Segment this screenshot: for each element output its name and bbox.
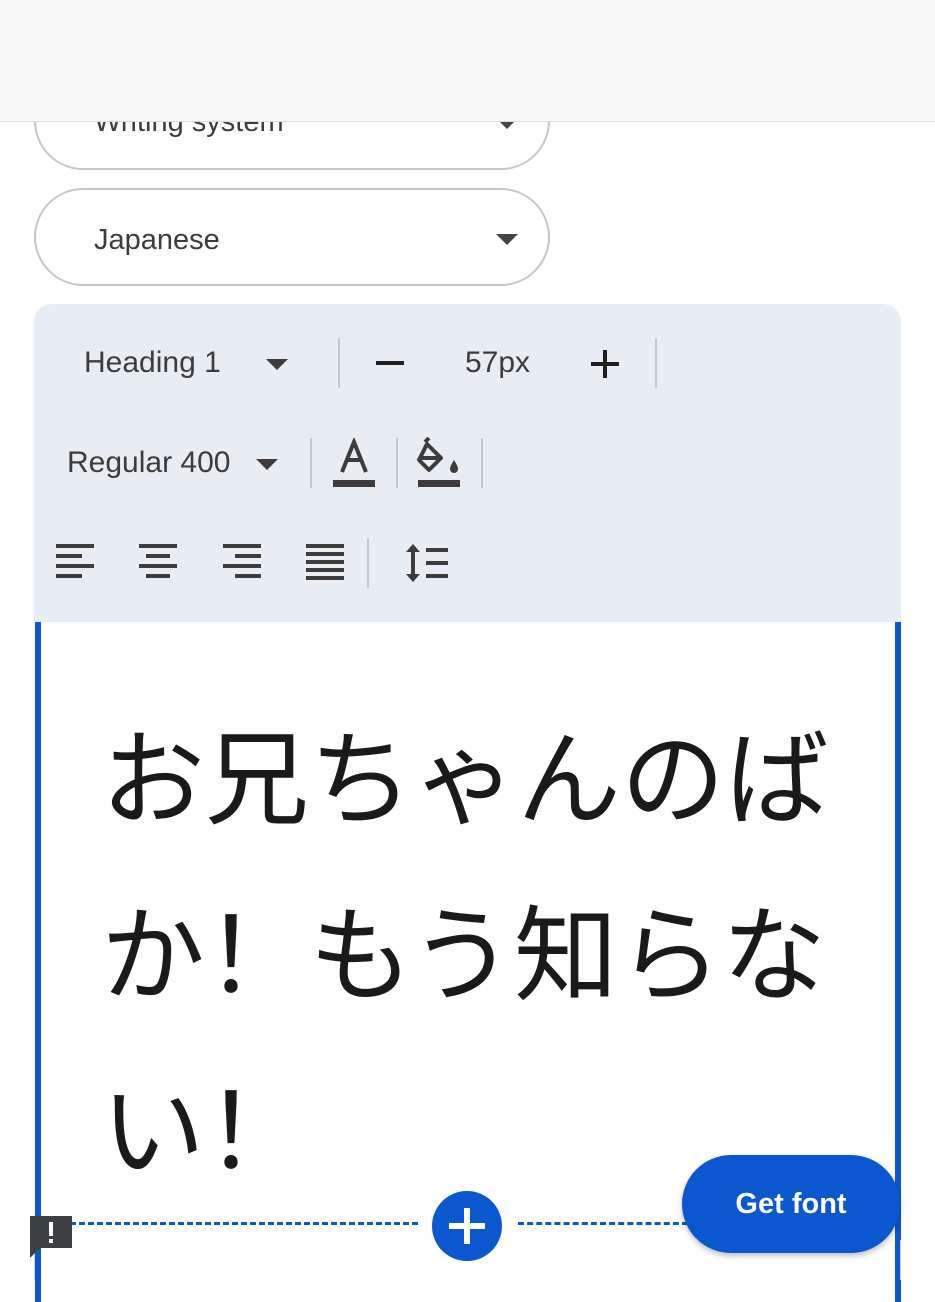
plus-icon xyxy=(449,1208,485,1244)
get-font-button[interactable]: Get font xyxy=(682,1155,900,1253)
style-select[interactable]: Heading 1 xyxy=(84,346,221,380)
divider xyxy=(338,338,340,388)
increase-size-icon[interactable] xyxy=(591,350,619,378)
add-preview-button[interactable] xyxy=(432,1191,502,1261)
align-right-icon[interactable] xyxy=(223,542,263,582)
chevron-down-icon xyxy=(496,118,518,129)
type-tester-toolbar: Heading 1 57px Regular 400 xyxy=(34,304,901,622)
chevron-down-icon[interactable] xyxy=(256,459,278,470)
align-left-icon[interactable] xyxy=(56,542,96,582)
tab-switcher-button[interactable]: 7 xyxy=(766,45,800,79)
divider xyxy=(481,438,483,488)
line-height-icon[interactable] xyxy=(404,542,450,584)
feedback-icon[interactable] xyxy=(28,1214,74,1260)
divider xyxy=(655,338,657,388)
add-row-divider-right xyxy=(518,1222,688,1225)
add-row-divider-left xyxy=(70,1222,418,1225)
writing-system-select[interactable]: Writing system xyxy=(34,72,550,170)
language-select[interactable]: Japanese xyxy=(34,188,550,286)
preview-text[interactable]: お兄ちゃんのばか！もう知らない！ xyxy=(101,692,861,1220)
text-color-icon[interactable] xyxy=(332,438,376,488)
font-size-value: 57px xyxy=(465,346,531,379)
align-justify-icon[interactable] xyxy=(306,542,346,582)
new-tab-icon[interactable] xyxy=(660,42,702,84)
language-label: Japanese xyxy=(94,224,220,256)
weight-select[interactable]: Regular 400 xyxy=(67,446,230,480)
align-center-icon[interactable] xyxy=(139,542,179,582)
chevron-down-icon xyxy=(496,234,518,245)
background-color-icon[interactable] xyxy=(417,436,461,488)
divider xyxy=(367,538,369,588)
divider xyxy=(310,438,312,488)
more-menu-icon[interactable] xyxy=(872,42,896,86)
decrease-size-icon[interactable] xyxy=(376,360,404,366)
writing-system-label: Writing system xyxy=(94,106,284,138)
chevron-down-icon[interactable] xyxy=(266,359,288,370)
divider xyxy=(396,438,398,488)
